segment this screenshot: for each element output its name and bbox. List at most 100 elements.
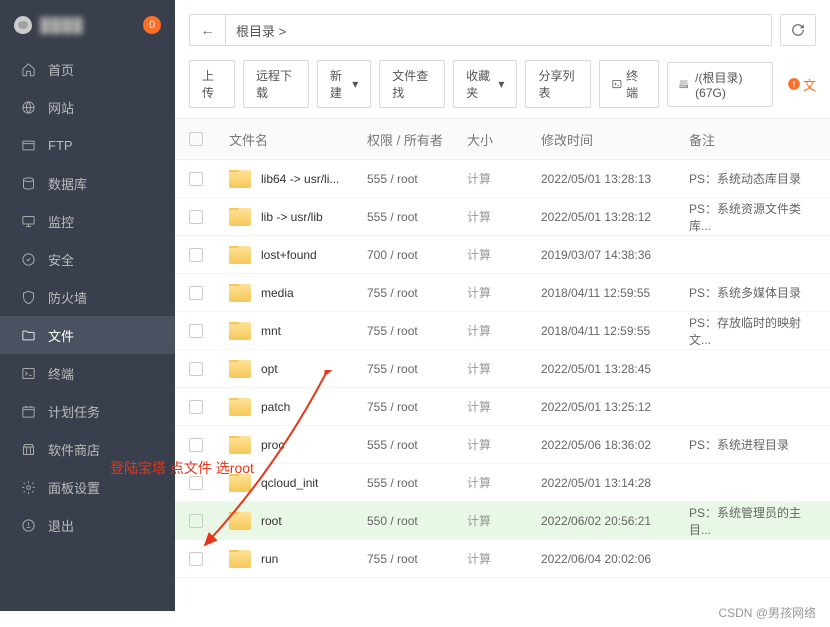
col-size[interactable]: 大小 xyxy=(467,130,541,149)
table-row[interactable]: lib64 -> usr/li...555 / root计算2022/05/01… xyxy=(175,160,830,198)
calc-size[interactable]: 计算 xyxy=(467,552,491,566)
row-checkbox[interactable] xyxy=(189,324,203,338)
row-checkbox[interactable] xyxy=(189,476,203,490)
sidebar-item-folder[interactable]: 文件 xyxy=(0,316,175,354)
table-row[interactable]: mnt755 / root计算2018/04/11 12:59:55PS：存放临… xyxy=(175,312,830,350)
table-row[interactable]: opt755 / root计算2022/05/01 13:28:45 xyxy=(175,350,830,388)
row-checkbox[interactable] xyxy=(189,362,203,376)
find-button[interactable]: 文件查找 xyxy=(379,60,445,108)
sidebar-item-label: FTP xyxy=(48,138,73,153)
terminal-button[interactable]: 终端 xyxy=(599,60,658,108)
select-all-checkbox[interactable] xyxy=(189,132,203,146)
row-checkbox[interactable] xyxy=(189,438,203,452)
file-name[interactable]: media xyxy=(225,284,367,302)
sidebar-item-label: 数据库 xyxy=(48,174,87,193)
col-note: 备注 xyxy=(689,130,816,149)
breadcrumb[interactable]: 根目录 > xyxy=(226,21,296,40)
file-note: PS：存放临时的映射文... xyxy=(689,314,816,348)
row-checkbox[interactable] xyxy=(189,172,203,186)
calc-size[interactable]: 计算 xyxy=(467,362,491,376)
file-name[interactable]: lib64 -> usr/li... xyxy=(225,170,367,188)
new-button[interactable]: 新建 ▾ xyxy=(317,60,371,108)
chevron-down-icon: ▾ xyxy=(352,77,358,91)
sidebar-item-monitor[interactable]: 监控 xyxy=(0,202,175,240)
col-name[interactable]: 文件名 xyxy=(225,130,367,149)
row-checkbox[interactable] xyxy=(189,400,203,414)
file-note: PS：系统多媒体目录 xyxy=(689,284,816,301)
sidebar-item-label: 防火墙 xyxy=(48,288,87,307)
row-checkbox[interactable] xyxy=(189,514,203,528)
table-row[interactable]: proc555 / root计算2022/05/06 18:36:02PS：系统… xyxy=(175,426,830,464)
favorites-button[interactable]: 收藏夹 ▾ xyxy=(453,60,517,108)
file-mtime: 2018/04/11 12:59:55 xyxy=(541,286,689,300)
file-name[interactable]: root xyxy=(225,512,367,530)
file-name[interactable]: lost+found xyxy=(225,246,367,264)
sidebar-item-logout[interactable]: 退出 xyxy=(0,506,175,544)
table-row[interactable]: lost+found700 / root计算2019/03/07 14:38:3… xyxy=(175,236,830,274)
file-name[interactable]: opt xyxy=(225,360,367,378)
sidebar-item-settings[interactable]: 面板设置 xyxy=(0,468,175,506)
file-name[interactable]: patch xyxy=(225,398,367,416)
col-mtime[interactable]: 修改时间 xyxy=(541,130,689,149)
sidebar-item-db[interactable]: 数据库 xyxy=(0,164,175,202)
sidebar-item-home[interactable]: 首页 xyxy=(0,50,175,88)
calc-size[interactable]: 计算 xyxy=(467,514,491,528)
table-row[interactable]: root550 / root计算2022/06/02 20:56:21PS：系统… xyxy=(175,502,830,540)
disk-info[interactable]: /(根目录) (67G) xyxy=(667,62,773,107)
calc-size[interactable]: 计算 xyxy=(467,286,491,300)
file-mtime: 2022/05/01 13:28:12 xyxy=(541,210,689,224)
table-row[interactable]: patch755 / root计算2022/05/01 13:25:12 xyxy=(175,388,830,426)
notif-badge[interactable]: 0 xyxy=(143,16,161,34)
file-name[interactable]: run xyxy=(225,550,367,568)
sidebar-item-shield[interactable]: 防火墙 xyxy=(0,278,175,316)
file-name[interactable]: qcloud_init xyxy=(225,474,367,492)
calc-size[interactable]: 计算 xyxy=(467,400,491,414)
sidebar-item-label: 软件商店 xyxy=(48,440,100,459)
table-row[interactable]: media755 / root计算 2018/04/11 12:59:55PS：系… xyxy=(175,274,830,312)
security-icon xyxy=(20,251,36,267)
file-perm: 755 / root xyxy=(367,286,467,300)
table-row[interactable]: qcloud_init555 / root计算2022/05/01 13:14:… xyxy=(175,464,830,502)
folder-icon xyxy=(229,474,251,492)
share-list-button[interactable]: 分享列表 xyxy=(525,60,591,108)
folder-icon xyxy=(229,360,251,378)
row-checkbox[interactable] xyxy=(189,248,203,262)
refresh-button[interactable] xyxy=(780,14,816,46)
folder-icon xyxy=(229,208,251,226)
row-checkbox[interactable] xyxy=(189,210,203,224)
svg-text:!: ! xyxy=(793,80,796,89)
back-button[interactable]: ← xyxy=(190,15,226,45)
calc-size[interactable]: 计算 xyxy=(467,248,491,262)
sidebar-item-security[interactable]: 安全 xyxy=(0,240,175,278)
calc-size[interactable]: 计算 xyxy=(467,172,491,186)
file-name[interactable]: mnt xyxy=(225,322,367,340)
table-row[interactable]: run755 / root计算2022/06/04 20:02:06 xyxy=(175,540,830,578)
sidebar-item-label: 计划任务 xyxy=(48,402,100,421)
file-perm: 755 / root xyxy=(367,552,467,566)
ftp-icon xyxy=(20,137,36,153)
file-perm: 755 / root xyxy=(367,400,467,414)
panel-name: ████ xyxy=(40,17,84,33)
file-mtime: 2022/05/01 13:28:13 xyxy=(541,172,689,186)
file-mtime: 2019/03/07 14:38:36 xyxy=(541,248,689,262)
file-note: PS：系统动态库目录 xyxy=(689,170,816,187)
sidebar-item-label: 安全 xyxy=(48,250,74,269)
table-row[interactable]: lib -> usr/lib555 / root计算2022/05/01 13:… xyxy=(175,198,830,236)
sidebar-item-schedule[interactable]: 计划任务 xyxy=(0,392,175,430)
calc-size[interactable]: 计算 xyxy=(467,324,491,338)
sidebar-item-globe[interactable]: 网站 xyxy=(0,88,175,126)
calc-size[interactable]: 计算 xyxy=(467,438,491,452)
remote-download-button[interactable]: 远程下载 xyxy=(243,60,309,108)
row-checkbox[interactable] xyxy=(189,286,203,300)
calc-size[interactable]: 计算 xyxy=(467,476,491,490)
row-checkbox[interactable] xyxy=(189,552,203,566)
upload-button[interactable]: 上传 xyxy=(189,60,235,108)
file-name[interactable]: lib -> usr/lib xyxy=(225,208,367,226)
folder-icon xyxy=(229,284,251,302)
col-perm[interactable]: 权限 / 所有者 xyxy=(367,130,467,149)
calc-size[interactable]: 计算 xyxy=(467,210,491,224)
sidebar-item-ftp[interactable]: FTP xyxy=(0,126,175,164)
sidebar-item-terminal[interactable]: 终端 xyxy=(0,354,175,392)
file-name[interactable]: proc xyxy=(225,436,367,454)
sidebar-item-store[interactable]: 软件商店 xyxy=(0,430,175,468)
